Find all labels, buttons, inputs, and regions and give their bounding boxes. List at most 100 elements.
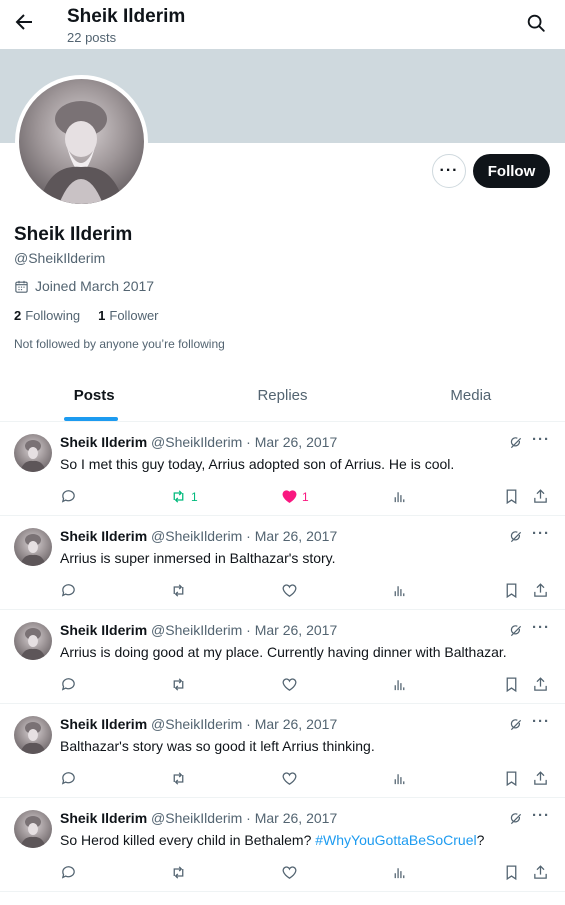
- tweet-author-name[interactable]: Sheik Ilderim: [60, 716, 147, 732]
- reply-button[interactable]: [60, 676, 77, 693]
- like-button[interactable]: [281, 770, 302, 787]
- tweet-more-button[interactable]: ···: [532, 525, 550, 542]
- tweet-more-button[interactable]: ···: [532, 619, 550, 636]
- retweet-button[interactable]: [170, 864, 191, 881]
- tab-media[interactable]: Media: [377, 370, 565, 421]
- follow-button[interactable]: Follow: [473, 154, 550, 188]
- tweet-text: Arrius is doing good at my place. Curren…: [60, 644, 507, 660]
- joined-text: Joined March 2017: [35, 278, 155, 294]
- heart-icon: [282, 584, 297, 597]
- tab-posts[interactable]: Posts: [0, 370, 188, 421]
- tweet-author-name[interactable]: Sheik Ilderim: [60, 434, 147, 450]
- bookmark-button[interactable]: [503, 770, 520, 787]
- tweet-more-button[interactable]: ···: [532, 713, 550, 730]
- like-button[interactable]: [281, 676, 302, 693]
- reply-button[interactable]: [60, 864, 77, 881]
- reply-button[interactable]: [60, 770, 77, 787]
- share-button[interactable]: [532, 770, 549, 787]
- bookmark-button[interactable]: [503, 582, 520, 599]
- reply-icon: [61, 678, 75, 691]
- reply-icon: [61, 584, 75, 597]
- tweet-text-main: So I met this guy today, Arrius adopted …: [60, 456, 455, 472]
- tweet-avatar[interactable]: [14, 528, 52, 566]
- bookmark-button[interactable]: [503, 676, 520, 693]
- views-icon: [394, 586, 405, 597]
- bookmark-button[interactable]: [503, 864, 520, 881]
- tweet-handle-date[interactable]: @SheikIlderim · Mar 26, 2017: [151, 622, 337, 638]
- tweet-more-button[interactable]: ···: [532, 431, 550, 448]
- bookmark-button[interactable]: [503, 488, 520, 505]
- like-button[interactable]: 1: [281, 488, 309, 505]
- search-icon[interactable]: [525, 12, 547, 34]
- tweet-handle-date[interactable]: @SheikIlderim · Mar 26, 2017: [151, 810, 337, 826]
- grok-icon[interactable]: [508, 811, 524, 827]
- tab-replies[interactable]: Replies: [188, 370, 376, 421]
- tweet-handle-date[interactable]: @SheikIlderim · Mar 26, 2017: [151, 434, 337, 450]
- share-button[interactable]: [532, 676, 549, 693]
- bookmark-icon: [506, 583, 517, 599]
- retweet-button[interactable]: [170, 770, 191, 787]
- profile-handle: @SheikIlderim: [14, 250, 106, 266]
- heart-icon: [282, 866, 297, 879]
- top-bar: Sheik Ilderim 22 posts: [0, 0, 565, 48]
- views-icon: [394, 680, 405, 691]
- like-count: 1: [302, 489, 309, 504]
- tweet-handle-date[interactable]: @SheikIlderim · Mar 26, 2017: [151, 716, 337, 732]
- tweet[interactable]: Sheik Ilderim @SheikIlderim · Mar 26, 20…: [0, 422, 565, 516]
- views-button[interactable]: [391, 582, 408, 599]
- tweet-header: Sheik Ilderim @SheikIlderim · Mar 26, 20…: [60, 434, 337, 450]
- tweet-avatar[interactable]: [14, 716, 52, 754]
- tweet-author-name[interactable]: Sheik Ilderim: [60, 622, 147, 638]
- share-icon: [534, 677, 547, 691]
- followers-link[interactable]: 1 Follower: [98, 308, 158, 323]
- retweet-button[interactable]: [170, 582, 191, 599]
- active-tab-indicator: [64, 417, 118, 421]
- tweet-text: Arrius is super inmersed in Balthazar's …: [60, 550, 336, 566]
- avatar-portrait: [20, 440, 46, 472]
- views-button[interactable]: [391, 676, 408, 693]
- grok-icon[interactable]: [508, 717, 524, 733]
- tweet-text: So I met this guy today, Arrius adopted …: [60, 456, 454, 472]
- tweet-handle-date[interactable]: @SheikIlderim · Mar 26, 2017: [151, 528, 337, 544]
- grok-icon[interactable]: [508, 529, 524, 545]
- reply-button[interactable]: [60, 488, 77, 505]
- share-icon: [534, 489, 547, 503]
- retweet-button[interactable]: [170, 676, 191, 693]
- tweet[interactable]: Sheik Ilderim @SheikIlderim · Mar 26, 20…: [0, 516, 565, 610]
- tweet-header: Sheik Ilderim @SheikIlderim · Mar 26, 20…: [60, 622, 337, 638]
- tweet-more-button[interactable]: ···: [532, 807, 550, 824]
- retweet-button[interactable]: 1: [170, 488, 198, 505]
- views-button[interactable]: [391, 864, 408, 881]
- profile-avatar[interactable]: [15, 75, 148, 208]
- arrow-left-icon[interactable]: [12, 10, 36, 34]
- reply-button[interactable]: [60, 582, 77, 599]
- tweet-text-main: Arrius is doing good at my place. Curren…: [60, 644, 507, 660]
- like-button[interactable]: [281, 582, 302, 599]
- tweet-text-main: Balthazar's story was so good it left Ar…: [60, 738, 375, 754]
- share-button[interactable]: [532, 864, 549, 881]
- tweet-author-name[interactable]: Sheik Ilderim: [60, 810, 147, 826]
- avatar-portrait: [20, 534, 46, 566]
- tweet-avatar[interactable]: [14, 810, 52, 848]
- more-options-button[interactable]: ···: [432, 154, 466, 188]
- views-button[interactable]: [391, 770, 408, 787]
- tweet[interactable]: Sheik Ilderim @SheikIlderim · Mar 26, 20…: [0, 610, 565, 704]
- profile-tabs: Posts Replies Media: [0, 370, 565, 422]
- tweet-author-name[interactable]: Sheik Ilderim: [60, 528, 147, 544]
- views-button[interactable]: [391, 488, 408, 505]
- following-link[interactable]: 2 Following: [14, 308, 80, 323]
- tweet[interactable]: Sheik Ilderim @SheikIlderim · Mar 26, 20…: [0, 704, 565, 798]
- bookmark-icon: [506, 677, 517, 693]
- tweet-avatar[interactable]: [14, 434, 52, 472]
- tweet-avatar[interactable]: [14, 622, 52, 660]
- like-button[interactable]: [281, 864, 302, 881]
- grok-icon[interactable]: [508, 435, 524, 451]
- avatar-portrait: [39, 101, 124, 204]
- tweet[interactable]: Sheik Ilderim @SheikIlderim · Mar 26, 20…: [0, 798, 565, 892]
- share-button[interactable]: [532, 488, 549, 505]
- share-button[interactable]: [532, 582, 549, 599]
- grok-icon[interactable]: [508, 623, 524, 639]
- tweet-text: So Herod killed every child in Bethalem?…: [60, 832, 484, 848]
- avatar-portrait: [20, 816, 46, 848]
- tweet-hashtag[interactable]: #WhyYouGottaBeSoCruel: [315, 832, 476, 848]
